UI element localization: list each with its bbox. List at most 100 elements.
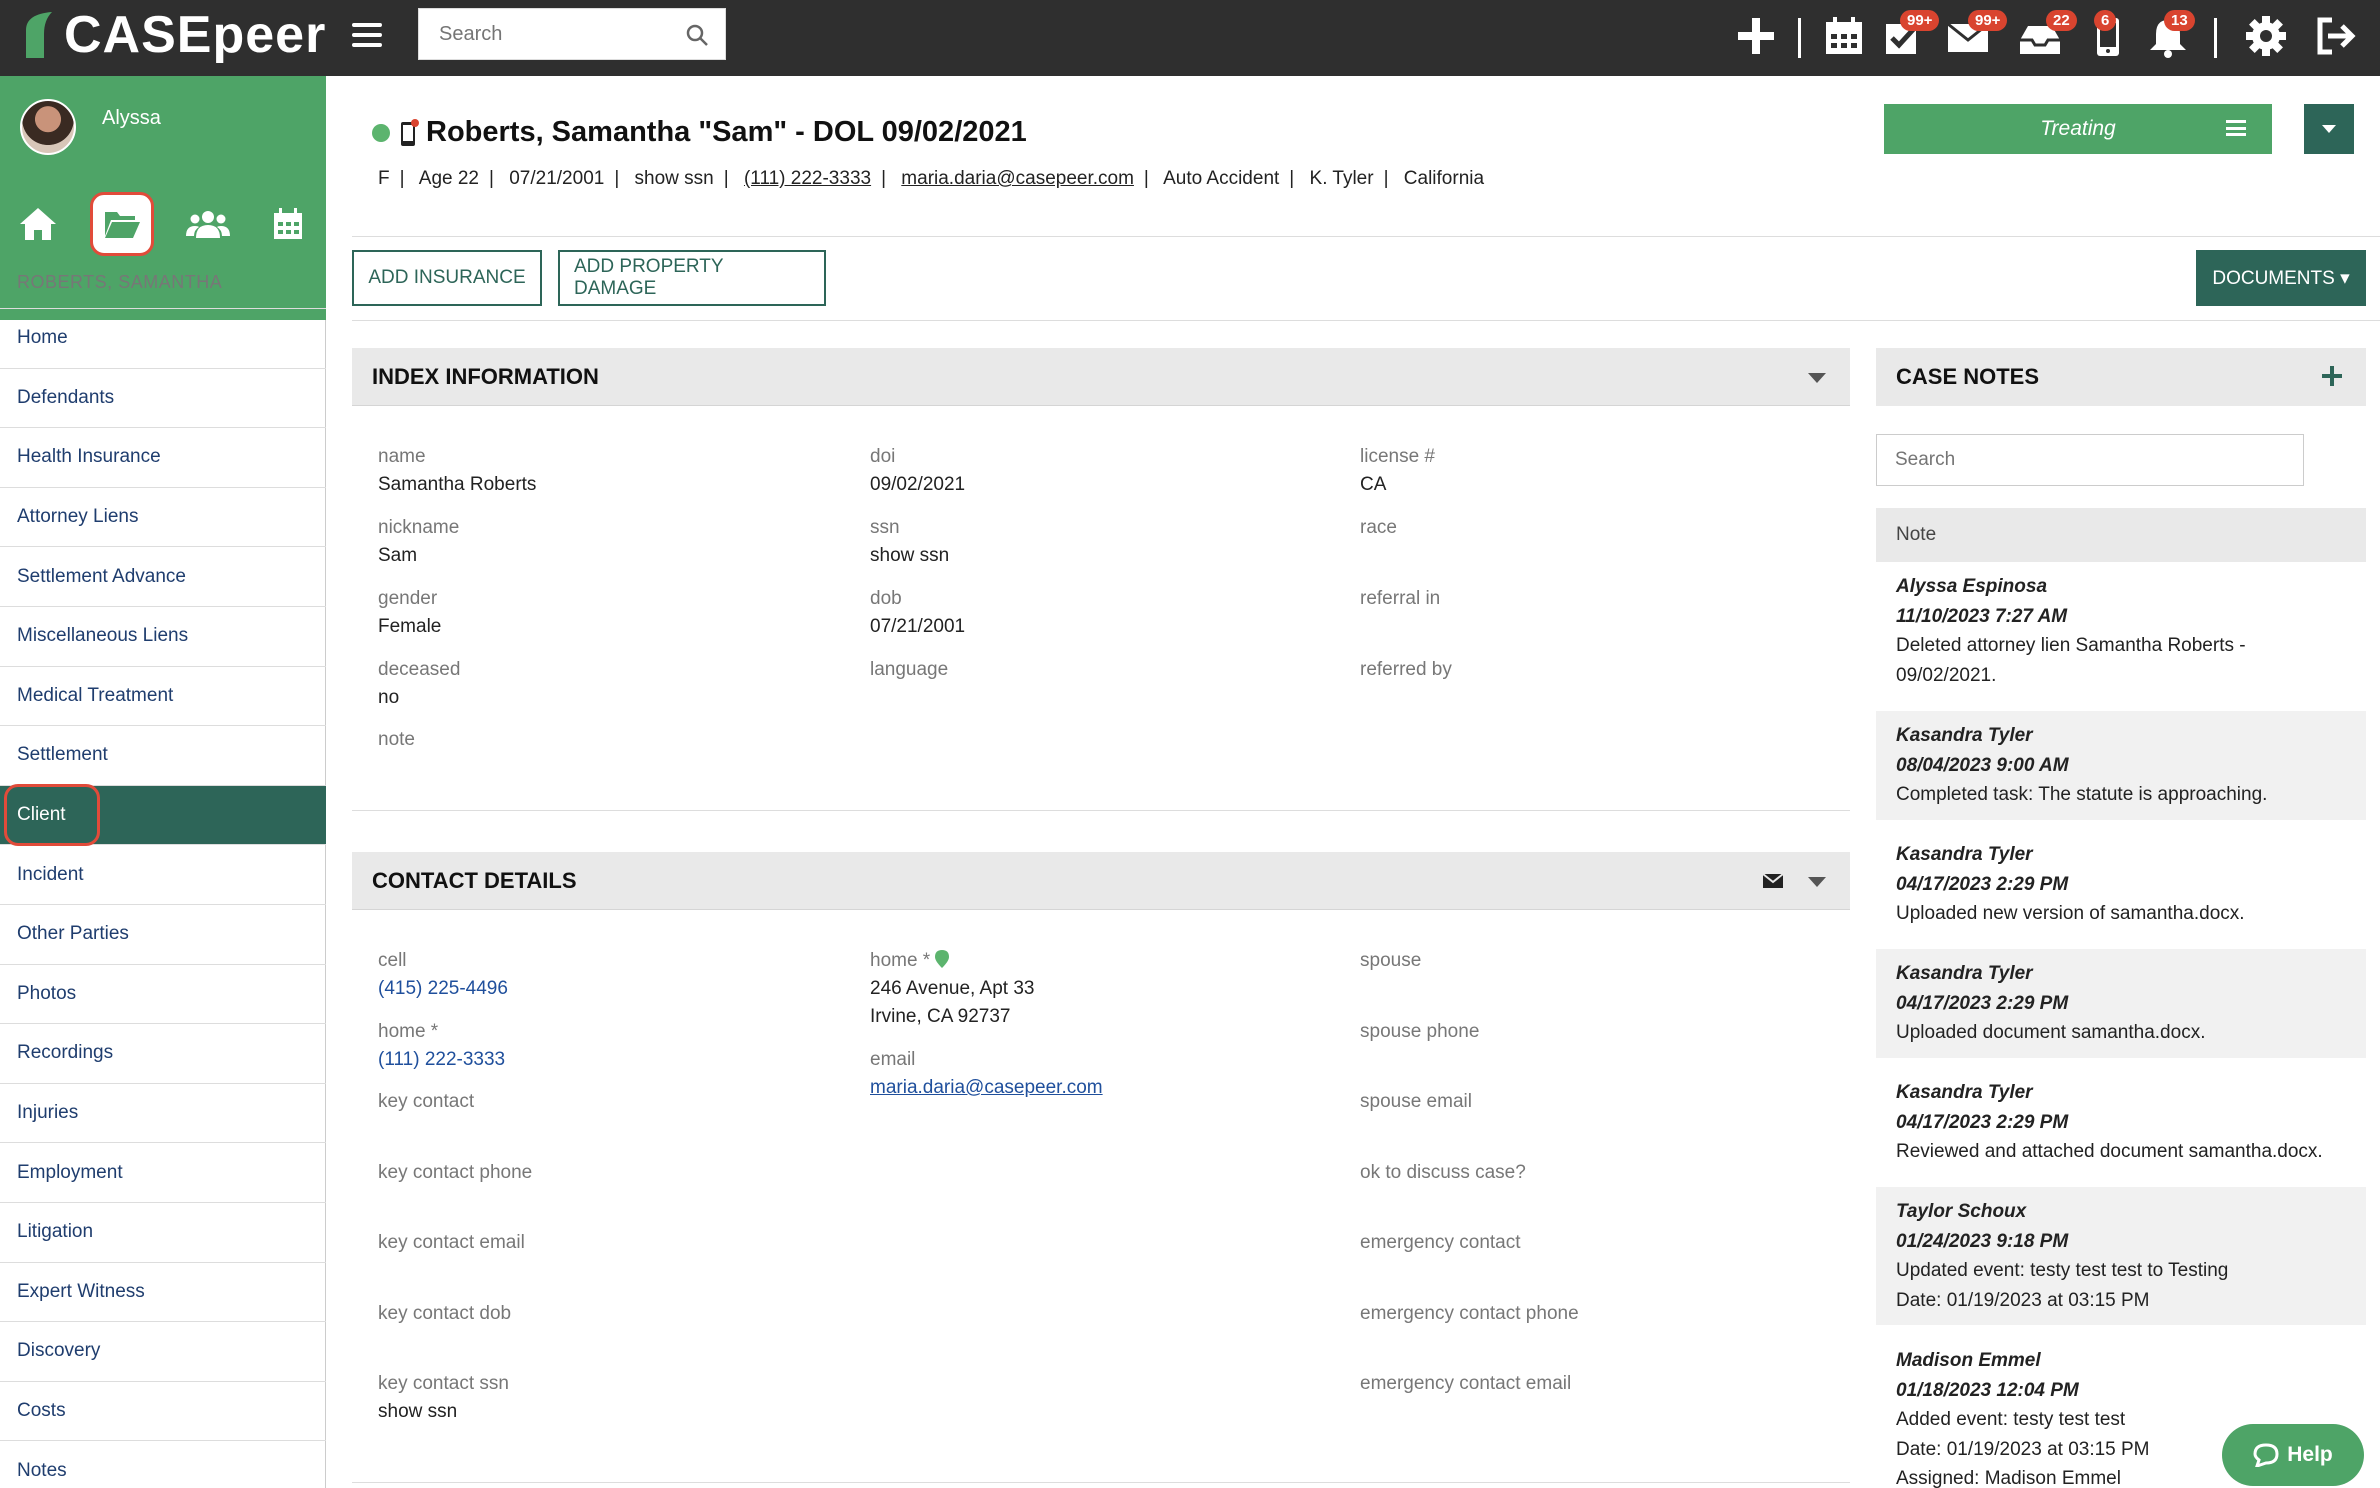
- note-item[interactable]: Kasandra Tyler 08/04/2023 9:00 AM Complete…: [1876, 711, 2366, 820]
- note-item[interactable]: Kasandra Tyler 04/17/2023 2:29 PM Uploaded…: [1876, 949, 2366, 1058]
- meta-email-link[interactable]: maria.daria@casepeer.com: [901, 168, 1134, 189]
- sidebar-item-settlement-advance[interactable]: Settlement Advance: [0, 546, 326, 606]
- contact-details-title: CONTACT DETAILS: [372, 867, 577, 893]
- note-text: Uploaded new version of samantha.docx.: [1896, 903, 2245, 924]
- mobile-alert-icon[interactable]: [398, 118, 420, 148]
- meta-ssn[interactable]: show ssn: [635, 168, 714, 189]
- field-label: nickname: [378, 517, 460, 538]
- sidebar-case-name: ROBERTS, SAMANTHA: [17, 272, 223, 292]
- map-pin-icon[interactable]: [935, 950, 950, 968]
- add-insurance-button[interactable]: ADD INSURANCE: [352, 250, 542, 306]
- contact-details-header[interactable]: CONTACT DETAILS: [352, 852, 1850, 910]
- note-author: Kasandra Tyler: [1896, 1082, 2033, 1103]
- mail-button[interactable]: 99+: [1946, 10, 2008, 58]
- sidebar-item-injuries[interactable]: Injuries: [0, 1082, 326, 1143]
- sidebar-item-label: Settlement: [17, 744, 108, 766]
- sidebar-item-notes[interactable]: Notes: [0, 1440, 326, 1488]
- note-item[interactable]: Taylor Schoux 01/24/2023 9:18 PM Updated e…: [1876, 1187, 2366, 1325]
- sidebar-item-miscellaneous-liens[interactable]: Miscellaneous Liens: [0, 605, 326, 666]
- note-text: Updated event: testy test test to Testin…: [1896, 1260, 2229, 1281]
- case-status-button[interactable]: Treating: [1884, 104, 2272, 154]
- meta-phone-link[interactable]: (111) 222-3333: [744, 168, 871, 189]
- cell-phone-link[interactable]: (415) 225-4496: [378, 978, 508, 1000]
- field-label: dob: [870, 588, 902, 609]
- sidebar-item-incident[interactable]: Incident: [0, 844, 326, 904]
- field-value-license: CA: [1360, 474, 1387, 495]
- home-icon: [20, 208, 56, 240]
- note-item[interactable]: Alyssa Espinosa 11/10/2023 7:27 AM Deleted…: [1876, 562, 2366, 700]
- avatar[interactable]: [20, 99, 76, 155]
- field-label: emergency contact phone: [1360, 1303, 1579, 1324]
- brand-wordmark: CASEpeer: [64, 6, 327, 64]
- email-link[interactable]: maria.daria@casepeer.com: [870, 1077, 1103, 1099]
- phone-button[interactable]: 6: [2086, 10, 2130, 58]
- add-plus-icon[interactable]: [1734, 14, 1778, 58]
- sidebar-item-other-parties[interactable]: Other Parties: [0, 903, 326, 964]
- sidebar-item-employment[interactable]: Employment: [0, 1142, 326, 1202]
- note-text: 09/02/2021.: [1896, 664, 1997, 686]
- field-value-ssn[interactable]: show ssn: [870, 545, 949, 567]
- nav-calendar-button[interactable]: [256, 192, 320, 256]
- field-label: key contact ssn: [378, 1373, 509, 1394]
- nav-cases-button[interactable]: [90, 192, 154, 256]
- nav-contacts-button[interactable]: [176, 192, 240, 256]
- collapse-caret-icon[interactable]: [1808, 373, 1826, 383]
- sidebar-item-discovery[interactable]: Discovery: [0, 1321, 326, 1381]
- sidebar-item-label: Litigation: [17, 1221, 94, 1243]
- note-author: Kasandra Tyler: [1896, 844, 2033, 865]
- add-note-plus-icon[interactable]: [2320, 364, 2344, 388]
- index-info-header[interactable]: INDEX INFORMATION: [352, 348, 1850, 406]
- meta-case-type: Auto Accident: [1163, 168, 1280, 189]
- note-date: 11/10/2023 7:27 AM: [1896, 605, 2068, 627]
- hamburger-menu-icon[interactable]: [352, 20, 382, 50]
- envelope-icon[interactable]: [1762, 872, 1784, 890]
- status-dropdown-button[interactable]: [2304, 104, 2354, 154]
- sidebar-item-health-insurance[interactable]: Health Insurance: [0, 427, 326, 487]
- search-icon[interactable]: [685, 23, 709, 47]
- field-label: key contact: [378, 1091, 475, 1112]
- sidebar-item-label: Other Parties: [17, 923, 129, 945]
- field-label: home *: [378, 1021, 439, 1042]
- notes-search-input[interactable]: [1876, 434, 2304, 486]
- toolbar-divider: [2214, 18, 2217, 58]
- tasks-button[interactable]: 99+: [1882, 10, 1940, 58]
- divider: [352, 236, 2380, 237]
- note-item[interactable]: Kasandra Tyler 04/17/2023 2:29 PM Reviewed…: [1876, 1068, 2366, 1177]
- sidebar-item-litigation[interactable]: Litigation: [0, 1201, 326, 1262]
- note-author: Kasandra Tyler: [1896, 963, 2033, 984]
- index-info-title: INDEX INFORMATION: [372, 363, 599, 389]
- inbox-button[interactable]: 22: [2018, 10, 2077, 58]
- sidebar-item-settlement[interactable]: Settlement: [0, 725, 326, 785]
- notes-column-header: Note: [1876, 508, 2366, 562]
- sidebar-item-label: Home: [17, 327, 68, 349]
- sidebar-item-expert-witness[interactable]: Expert Witness: [0, 1261, 326, 1322]
- documents-dropdown-button[interactable]: DOCUMENTS ▾: [2196, 250, 2366, 306]
- gear-icon[interactable]: [2244, 14, 2288, 58]
- sidebar-item-label: Settlement Advance: [17, 565, 186, 587]
- notifications-button[interactable]: 13: [2146, 10, 2195, 58]
- sidebar-item-defendants[interactable]: Defendants: [0, 367, 326, 428]
- help-button[interactable]: Help: [2222, 1424, 2364, 1486]
- calendar-icon[interactable]: [1822, 14, 1866, 58]
- help-label: Help: [2287, 1443, 2333, 1466]
- field-value-gender: Female: [378, 616, 442, 637]
- global-search-input[interactable]: [419, 9, 669, 59]
- sidebar-item-photos[interactable]: Photos: [0, 963, 326, 1024]
- collapse-caret-icon[interactable]: [1808, 877, 1826, 887]
- casepeer-logo[interactable]: CASEpeer: [22, 4, 326, 66]
- home-phone-link[interactable]: (111) 222-3333: [378, 1049, 505, 1071]
- sidebar-item-recordings[interactable]: Recordings: [0, 1023, 326, 1083]
- sidebar-item-label: Costs: [17, 1399, 66, 1421]
- user-name[interactable]: Alyssa: [102, 107, 161, 130]
- sidebar-item-medical-treatment[interactable]: Medical Treatment: [0, 665, 326, 726]
- logout-icon[interactable]: [2314, 14, 2358, 58]
- sidebar-item-home[interactable]: Home: [0, 308, 326, 368]
- home-address-line1: 246 Avenue, Apt 33: [870, 978, 1035, 999]
- sidebar-item-attorney-liens[interactable]: Attorney Liens: [0, 486, 326, 547]
- field-value-key-contact-ssn[interactable]: show ssn: [378, 1401, 457, 1423]
- add-property-damage-button[interactable]: ADD PROPERTY DAMAGE: [558, 250, 826, 306]
- sidebar-item-client[interactable]: Client: [0, 783, 326, 846]
- note-item[interactable]: Kasandra Tyler 04/17/2023 2:29 PM Uploaded…: [1876, 830, 2366, 939]
- nav-home-button[interactable]: [6, 192, 70, 256]
- sidebar-item-costs[interactable]: Costs: [0, 1380, 326, 1441]
